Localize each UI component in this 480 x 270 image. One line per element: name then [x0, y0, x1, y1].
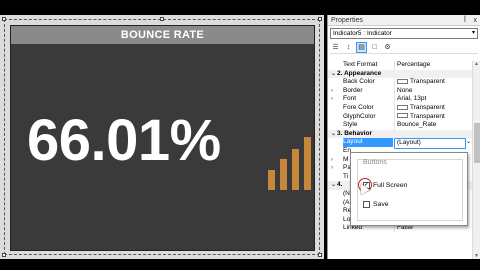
collapse-icon[interactable]: ⌄ — [331, 130, 336, 139]
property-name: Layout — [343, 138, 393, 147]
expand-icon[interactable]: › — [331, 87, 333, 96]
property-value-text: Arial, 13pt — [397, 95, 427, 103]
properties-scrollbar[interactable]: ▲ ▼ — [472, 61, 480, 259]
resize-handle-tr[interactable] — [318, 17, 322, 21]
save-checkbox[interactable] — [363, 201, 370, 208]
property-value[interactable]: Transparent — [394, 78, 466, 87]
property-value[interactable]: Percentage — [394, 61, 466, 70]
properties-toolbar: ☰ ↕ ▤ □ ⚙ — [330, 41, 478, 54]
color-swatch — [397, 113, 408, 119]
property-name: Border — [343, 86, 363, 94]
property-value-text: Transparent — [410, 103, 445, 111]
signal-bars-icon — [268, 137, 316, 190]
close-button[interactable]: x — [474, 15, 478, 26]
object-selector-value: Indicator5 : Indicator — [333, 30, 392, 37]
property-name: Font — [343, 95, 357, 103]
resize-handle-tc[interactable] — [160, 17, 164, 21]
property-name: GlyphColor — [343, 112, 376, 120]
property-value-text: Bounce_Rate — [397, 121, 437, 129]
color-swatch — [397, 104, 408, 110]
properties-title: Properties — [331, 17, 363, 24]
properties-icon[interactable]: ▤ — [356, 41, 367, 53]
property-value-text: Transparent — [410, 78, 445, 86]
property-value[interactable]: Bounce_Rate — [394, 121, 466, 130]
chevron-down-icon[interactable]: ⌄ — [466, 138, 471, 147]
expand-icon[interactable]: › — [331, 95, 333, 104]
expand-icon[interactable]: › — [331, 164, 333, 173]
property-name: Back Color — [343, 78, 375, 86]
category-row[interactable]: ⌄ 2. Appearance — [328, 69, 472, 79]
property-row[interactable]: › Font Arial, 13pt — [328, 95, 472, 104]
collapse-icon[interactable]: ⌄ — [331, 181, 336, 190]
property-name: Fore Color — [343, 103, 374, 111]
property-row[interactable]: Style Bounce_Rate — [328, 121, 472, 130]
resize-handle-br[interactable] — [318, 253, 322, 257]
property-name: Text Format — [343, 61, 378, 68]
option-save[interactable]: Save — [363, 201, 389, 208]
indicator-value: 66.01% — [27, 108, 221, 173]
property-value[interactable]: None — [394, 86, 466, 96]
signal-bar — [304, 137, 311, 190]
property-name: 3. Behavior — [337, 129, 373, 137]
signal-bar — [280, 159, 287, 190]
property-name: 2. Appearance — [337, 69, 382, 77]
expand-icon[interactable]: › — [331, 156, 333, 165]
chevron-down-icon: ▾ — [471, 30, 475, 36]
buttons-group — [357, 159, 463, 221]
property-row[interactable]: Fore Color Transparent — [328, 103, 472, 113]
property-row[interactable]: Text Format Percentage — [328, 61, 472, 70]
object-selector[interactable]: Indicator5 : Indicator ▾ — [330, 28, 478, 39]
resize-handle-bl[interactable] — [2, 253, 6, 257]
property-row[interactable]: Layout (Layout) ⌄ — [328, 138, 472, 149]
category-row[interactable]: ⌄ 3. Behavior — [328, 129, 472, 139]
property-value-text: (Layout) — [397, 139, 421, 147]
scroll-down-icon[interactable]: ▼ — [474, 253, 479, 259]
property-row[interactable]: › Border None — [328, 86, 472, 96]
scroll-up-icon[interactable]: ▲ — [474, 61, 479, 67]
collapse-icon[interactable]: ⌄ — [331, 70, 336, 79]
property-value[interactable]: Transparent — [394, 103, 466, 113]
indicator-header: BOUNCE RATE — [11, 26, 314, 44]
property-row[interactable]: Back Color Transparent — [328, 78, 472, 87]
pin-icon[interactable]: ꟾ — [464, 15, 466, 26]
property-value-text: Transparent — [410, 112, 445, 120]
settings-icon[interactable]: ⚙ — [382, 42, 393, 53]
categorized-icon[interactable]: ☰ — [330, 42, 341, 53]
save-label: Save — [373, 201, 389, 208]
alphabetical-icon[interactable]: ↕ — [343, 42, 354, 53]
signal-bar — [292, 149, 299, 190]
properties-title-bar: Properties ꟾ x — [328, 15, 480, 26]
property-value-text: Percentage — [397, 61, 431, 68]
property-row[interactable]: GlyphColor Transparent — [328, 112, 472, 122]
resize-handle-tl[interactable] — [2, 17, 6, 21]
property-value[interactable]: Transparent — [394, 112, 466, 122]
property-value[interactable]: Arial, 13pt — [394, 95, 466, 104]
property-value-text: None — [397, 86, 413, 94]
scroll-thumb[interactable] — [474, 123, 480, 163]
signal-bar — [268, 170, 275, 190]
color-swatch — [397, 78, 408, 84]
full-screen-label: Full Screen — [373, 182, 408, 189]
bounce-rate-indicator[interactable]: BOUNCE RATE 66.01% — [10, 25, 315, 251]
events-icon[interactable]: □ — [369, 42, 380, 53]
property-name: Style — [343, 121, 358, 129]
buttons-group-label: Buttons — [363, 159, 387, 166]
